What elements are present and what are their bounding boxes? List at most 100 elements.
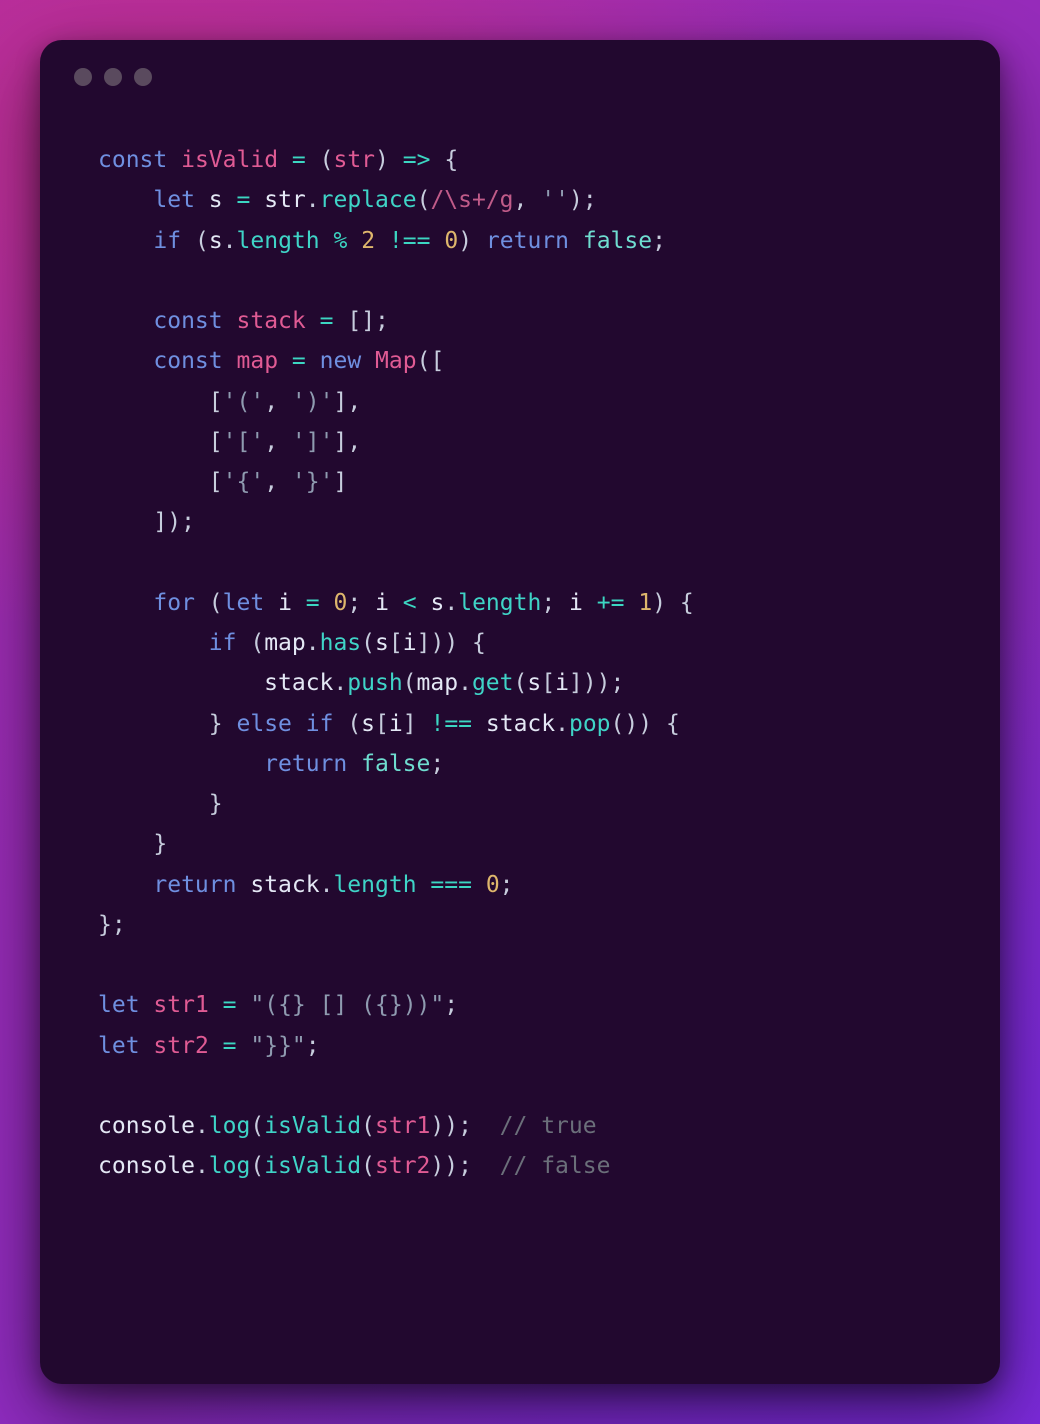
punct: [ bbox=[209, 429, 223, 455]
punct: ; bbox=[583, 187, 597, 213]
brace: { bbox=[444, 147, 458, 173]
punct: ; bbox=[430, 751, 444, 777]
keyword: let bbox=[223, 590, 265, 616]
method: has bbox=[320, 630, 362, 656]
punct: . bbox=[458, 670, 472, 696]
brace: } bbox=[98, 912, 112, 938]
function-name: isValid bbox=[181, 147, 278, 173]
code-window: const isValid = (str) => { let s = str.r… bbox=[40, 40, 1000, 1384]
keyword: const bbox=[98, 147, 167, 173]
operator: = bbox=[237, 187, 251, 213]
punct: ( bbox=[320, 147, 334, 173]
punct: ) bbox=[652, 590, 666, 616]
punct: ; bbox=[347, 590, 361, 616]
operator: !== bbox=[389, 228, 431, 254]
punct: . bbox=[444, 590, 458, 616]
brace: { bbox=[680, 590, 694, 616]
code-block: const isValid = (str) => { let s = str.r… bbox=[74, 116, 966, 1187]
punct: ; bbox=[181, 509, 195, 535]
punct: , bbox=[264, 389, 278, 415]
punct: ; bbox=[541, 590, 555, 616]
property: length bbox=[458, 590, 541, 616]
string: ']' bbox=[292, 429, 334, 455]
method: log bbox=[209, 1113, 251, 1139]
string: "}}" bbox=[250, 1033, 305, 1059]
method: log bbox=[209, 1153, 251, 1179]
punct: ] bbox=[333, 469, 347, 495]
property: length bbox=[333, 872, 416, 898]
punct: , bbox=[514, 187, 528, 213]
param: str bbox=[333, 147, 375, 173]
operator: = bbox=[306, 590, 320, 616]
string: '}' bbox=[292, 469, 334, 495]
keyword: return bbox=[486, 228, 569, 254]
function-call: isValid bbox=[264, 1153, 361, 1179]
function-call: isValid bbox=[264, 1113, 361, 1139]
keyword: else bbox=[237, 711, 292, 737]
punct: ( bbox=[195, 228, 209, 254]
operator: = bbox=[292, 147, 306, 173]
punct: ; bbox=[458, 1113, 472, 1139]
punct: ] bbox=[153, 509, 167, 535]
punct: [ bbox=[389, 630, 403, 656]
punct: ( bbox=[347, 711, 361, 737]
keyword: const bbox=[153, 348, 222, 374]
window-controls bbox=[74, 68, 966, 86]
operator: = bbox=[292, 348, 306, 374]
identifier: i bbox=[555, 670, 569, 696]
identifier: i bbox=[278, 590, 292, 616]
comment: // true bbox=[500, 1113, 597, 1139]
punct: [ bbox=[430, 348, 444, 374]
keyword: let bbox=[153, 187, 195, 213]
punct: . bbox=[195, 1113, 209, 1139]
keyword: if bbox=[306, 711, 334, 737]
brace: { bbox=[666, 711, 680, 737]
punct: [ bbox=[375, 711, 389, 737]
number: 0 bbox=[334, 590, 348, 616]
punct: ( bbox=[417, 187, 431, 213]
window-dot-close[interactable] bbox=[74, 68, 92, 86]
number: 1 bbox=[638, 590, 652, 616]
punct: ; bbox=[500, 872, 514, 898]
punct: . bbox=[306, 630, 320, 656]
punct: , bbox=[264, 429, 278, 455]
keyword: for bbox=[153, 590, 195, 616]
window-dot-min[interactable] bbox=[104, 68, 122, 86]
string: "({} [] ({}))" bbox=[250, 992, 444, 1018]
punct: ) bbox=[597, 670, 611, 696]
punct: , bbox=[264, 469, 278, 495]
punct: . bbox=[320, 872, 334, 898]
keyword: return bbox=[153, 872, 236, 898]
method: pop bbox=[569, 711, 611, 737]
identifier: stack bbox=[250, 872, 319, 898]
punct: ( bbox=[361, 630, 375, 656]
comment: // false bbox=[500, 1153, 611, 1179]
punct: . bbox=[306, 187, 320, 213]
punct: ; bbox=[444, 992, 458, 1018]
punct: ) bbox=[430, 630, 444, 656]
string: ')' bbox=[292, 389, 334, 415]
identifier: i bbox=[403, 630, 417, 656]
identifier: stack bbox=[237, 308, 306, 334]
punct: ( bbox=[250, 630, 264, 656]
string: '' bbox=[541, 187, 569, 213]
punct: ( bbox=[250, 1113, 264, 1139]
window-dot-max[interactable] bbox=[134, 68, 152, 86]
punct: ) bbox=[375, 147, 389, 173]
identifier: i bbox=[389, 711, 403, 737]
identifier: str1 bbox=[153, 992, 208, 1018]
punct: ) bbox=[430, 1113, 444, 1139]
arrow: => bbox=[403, 147, 431, 173]
punct: ( bbox=[361, 1113, 375, 1139]
keyword: return bbox=[264, 751, 347, 777]
identifier: console bbox=[98, 1153, 195, 1179]
operator: === bbox=[430, 872, 472, 898]
punct: ) bbox=[569, 187, 583, 213]
identifier: i bbox=[375, 590, 389, 616]
punct: , bbox=[347, 429, 361, 455]
number: 0 bbox=[486, 872, 500, 898]
punct: ; bbox=[458, 1153, 472, 1179]
punct: ; bbox=[306, 1033, 320, 1059]
identifier: stack bbox=[486, 711, 555, 737]
punct: ( bbox=[403, 670, 417, 696]
